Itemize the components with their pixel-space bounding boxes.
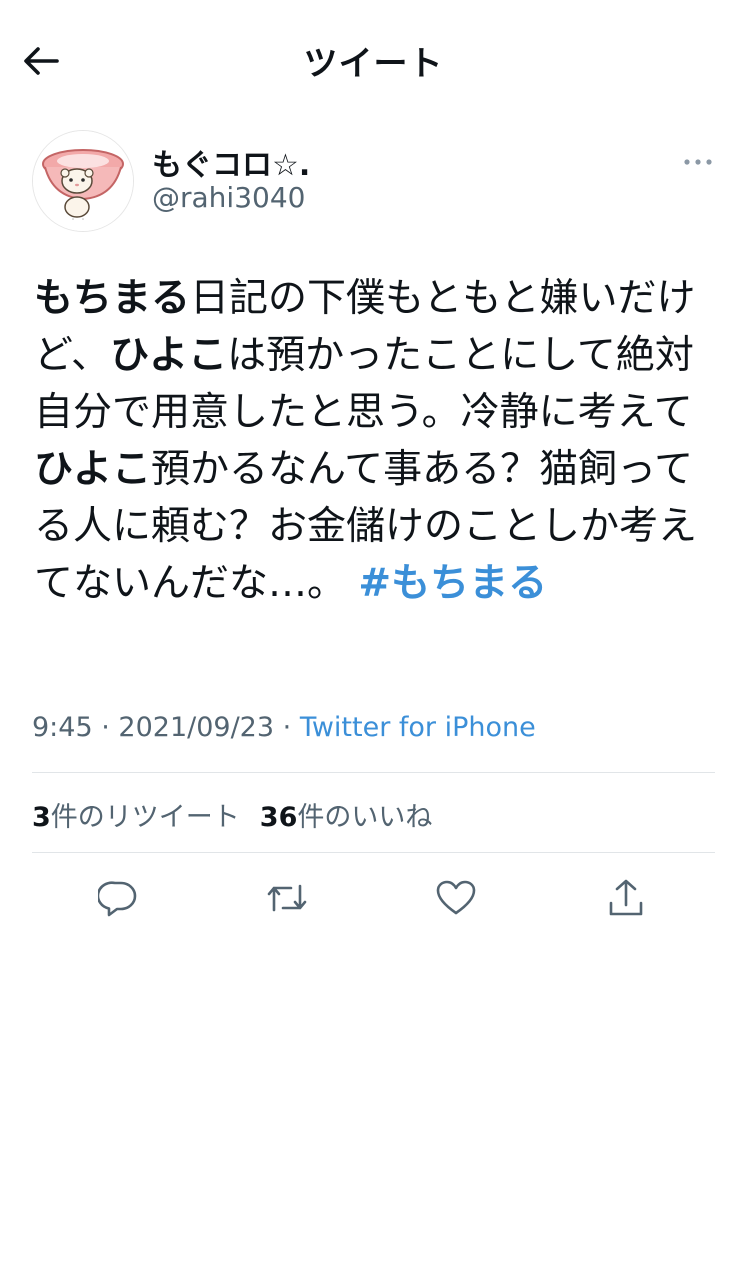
reply-icon — [98, 881, 137, 917]
retweets-stat[interactable]: 3件のリツイート — [32, 802, 240, 833]
reply-button[interactable] — [88, 868, 148, 928]
more-dots-icon — [684, 159, 712, 165]
retweets-label: 件のリツイート — [50, 802, 240, 833]
share-button[interactable] — [596, 868, 656, 928]
author-display-name[interactable]: もぐコロ☆. — [152, 140, 310, 184]
avatar[interactable] — [32, 130, 134, 232]
header-bar: ツイート — [0, 0, 747, 120]
tweet-text-bold: ひよこ — [110, 333, 228, 378]
divider — [32, 852, 715, 853]
tweet-text: もちまる日記の下僕もともと嫌いだけど、ひよこは預かったことにして絶対自分で用意し… — [34, 270, 719, 612]
retweet-icon — [267, 884, 307, 912]
share-icon — [609, 879, 643, 916]
likes-label: 件のいいね — [297, 802, 433, 833]
likes-count: 36 — [259, 802, 298, 833]
author-handle[interactable]: @rahi3040 — [152, 181, 305, 214]
like-heart-icon — [436, 880, 476, 915]
more-options-button[interactable] — [676, 150, 720, 174]
meta-separator: · — [101, 712, 110, 743]
tweet-time: 9:45 — [32, 712, 93, 743]
retweet-button[interactable] — [257, 868, 317, 928]
page-title: ツイート — [303, 44, 444, 84]
likes-stat[interactable]: 36件のいいね — [260, 802, 433, 833]
action-bar — [0, 868, 747, 928]
divider — [32, 772, 715, 773]
hamster-in-bowl-avatar — [33, 131, 133, 231]
hashtag-link[interactable]: #もちまる — [358, 561, 547, 606]
tweet-source-link[interactable]: Twitter for iPhone — [300, 712, 536, 743]
like-button[interactable] — [426, 868, 486, 928]
retweets-count: 3 — [32, 802, 51, 833]
meta-separator: · — [282, 712, 292, 743]
tweet-meta: 9:45 · 2021/09/23 · Twitter for iPhone — [32, 712, 536, 743]
tweet-date: 2021/09/23 — [118, 712, 275, 743]
tweet-text-bold: ひよこ — [34, 447, 152, 492]
tweet-stats: 3件のリツイート 36件のいいね — [32, 795, 432, 834]
tweet-text-bold: もちまる — [34, 276, 191, 321]
